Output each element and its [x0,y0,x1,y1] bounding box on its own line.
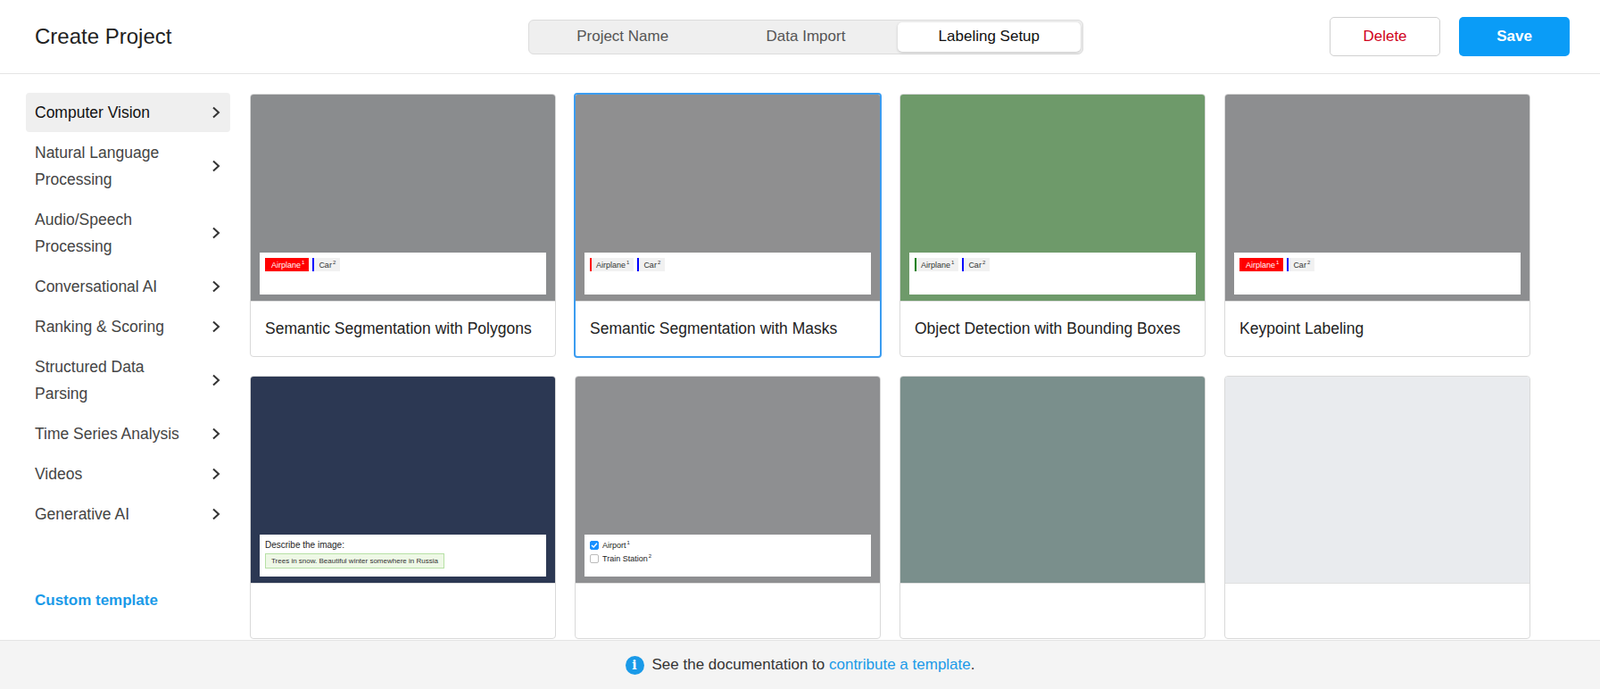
template-card[interactable]: Airplane1Car2 Semantic Segmentation with … [249,93,556,357]
chevron-right-icon [210,427,222,440]
chevron-right-icon [210,106,222,119]
template-grid: Airplane1Car2Semantic Segmentation with … [248,92,1532,640]
template-preview: Airplane1Car2 [1225,94,1530,302]
contribute-link[interactable]: contribute a template [829,655,971,673]
chevron-right-icon [210,159,222,173]
sidebar: Computer VisionNatural Language Processi… [25,92,231,640]
label-chip: Airplane1 [589,257,634,272]
template-card[interactable]: Airplane1Car2 Object Detection with Bound… [899,93,1206,357]
template-card[interactable]: Airplane1Car2 Keypoint Labeling [1224,93,1531,357]
label-chip: Car2 [637,257,665,272]
template-title: Semantic Segmentation with Masks [575,301,880,357]
template-title: Keypoint Labeling [1225,301,1530,357]
label-panel: Airplane1Car2 [1234,252,1521,295]
sidebar-item[interactable]: Videos [25,454,231,494]
chevron-right-icon [210,373,222,387]
info-icon: i [625,655,645,675]
chevron-right-icon [210,507,222,521]
template-preview: Airplane1Car2 [250,94,556,302]
label-panel: Airplane1Car2 [909,252,1196,295]
template-card[interactable] [899,375,1206,639]
label-panel: Airplane1Car2 [259,252,547,295]
delete-button[interactable]: Delete [1329,16,1441,57]
chevron-right-icon [210,467,222,481]
content: Computer VisionNatural Language Processi… [0,74,1600,640]
sidebar-item[interactable]: Generative AI [25,494,231,534]
header-actions: Delete Save [1329,16,1570,57]
template-card[interactable]: Airplane1Car2 Semantic Segmentation with … [573,92,882,358]
sidebar-item[interactable]: Ranking & Scoring [25,306,231,347]
template-card[interactable] [1224,375,1531,639]
template-preview: Airplane1Car2 [575,94,880,302]
label-chip: Airplane1 [265,257,309,272]
step-tab[interactable]: Project Name [530,22,714,52]
template-card[interactable]: Describe the image: Trees in snow. Beauti… [249,375,556,639]
sidebar-item[interactable]: Conversational AI [25,266,231,307]
chevron-right-icon [210,280,222,293]
chevron-right-icon [210,226,222,240]
label-chip: Car2 [312,257,340,272]
template-title [250,583,556,639]
template-preview [1225,376,1530,584]
choice-row: Train Station2 [589,553,652,564]
template-card[interactable]: Airport1 Train Station2 [574,375,881,639]
sidebar-item[interactable]: Computer Vision [25,92,231,133]
sidebar-item[interactable]: Structured Data Parsing [25,347,231,414]
step-tab[interactable]: Labeling Setup [897,22,1081,52]
checkbox [589,540,599,550]
sidebar-item[interactable]: Audio/Speech Processing [25,199,231,266]
label-chip: Airplane1 [914,257,959,272]
label-panel: Airplane1Car2 [584,252,871,295]
answer-text: Trees in snow. Beautiful winter somewher… [265,553,445,569]
template-title: Semantic Segmentation with Polygons [250,301,556,357]
prompt-text: Describe the image: [265,539,345,550]
custom-template-link[interactable]: Custom template [25,591,231,610]
checkbox [589,554,599,564]
template-title: Object Detection with Bounding Boxes [900,301,1205,357]
template-preview: Describe the image: Trees in snow. Beauti… [250,376,556,584]
label-chip: Car2 [1286,257,1315,272]
step-tab[interactable]: Data Import [713,22,897,52]
template-preview [900,376,1205,584]
template-title [1225,583,1530,639]
step-tabs: Project NameData ImportLabeling Setup [528,19,1084,55]
save-button[interactable]: Save [1459,16,1570,57]
sidebar-item[interactable]: Natural Language Processing [25,132,231,199]
header: Create ProjectProject NameData ImportLab… [0,0,1600,75]
label-chip: Car2 [961,257,990,272]
template-preview: Airport1 Train Station2 [575,376,880,584]
text-panel: Describe the image: Trees in snow. Beauti… [259,534,547,577]
choice-row: Airport1 [589,539,631,550]
template-title [575,583,880,639]
choices-panel: Airport1 Train Station2 [584,534,871,577]
label-chip: Airplane1 [1239,257,1284,272]
footer: iSee the documentation to contribute a t… [0,639,1600,689]
page-title: Create Project [34,24,529,50]
chevron-right-icon [210,320,222,333]
template-preview: Airplane1Car2 [900,94,1205,302]
check-icon [590,541,598,549]
create-project-page: Create ProjectProject NameData ImportLab… [0,0,1600,689]
sidebar-item[interactable]: Time Series Analysis [25,414,231,454]
template-title [900,583,1205,639]
